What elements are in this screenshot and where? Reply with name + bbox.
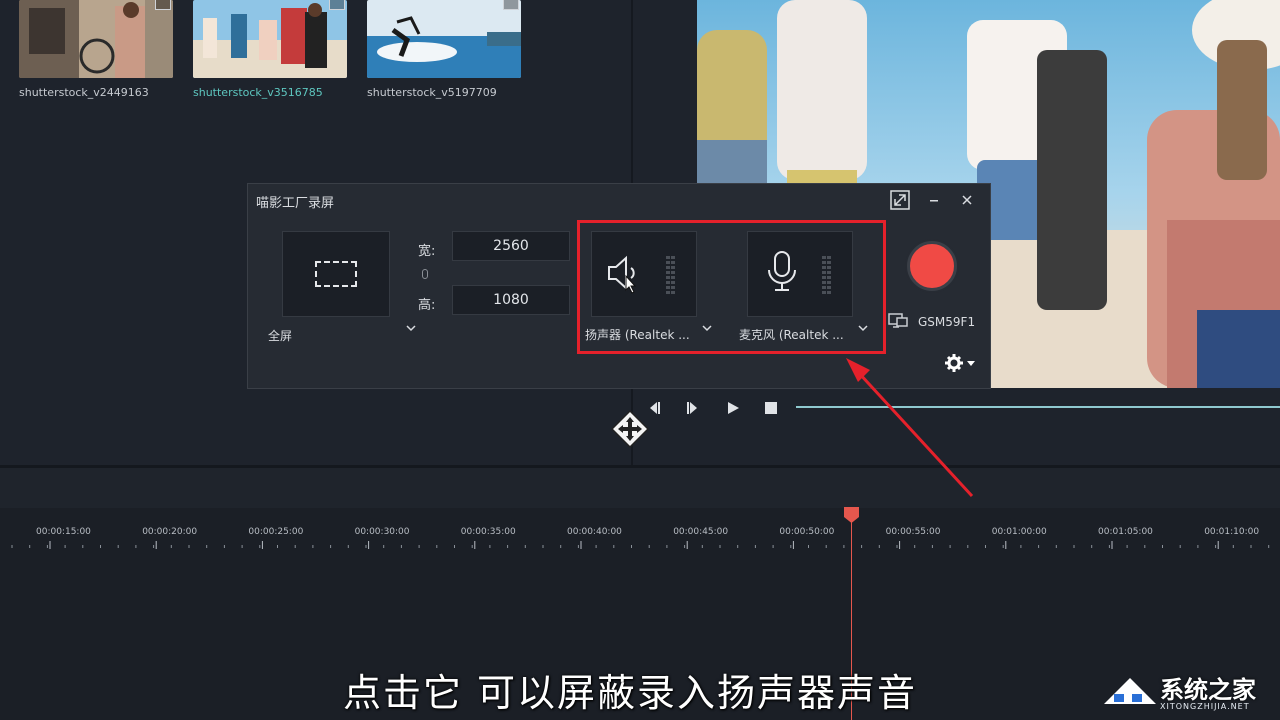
media-name-2: shutterstock_v3516785 — [193, 86, 323, 99]
stop-icon — [765, 402, 777, 414]
audio-highlight-box — [577, 220, 886, 354]
aspect-lock-icon[interactable] — [422, 269, 428, 279]
monitor-icon[interactable] — [888, 312, 908, 330]
subtitle-caption: 点击它 可以屏蔽录入扬声器声音 — [342, 671, 918, 715]
expand-icon — [890, 190, 910, 210]
step-forward-icon — [687, 402, 697, 414]
minimize-button[interactable] — [924, 188, 944, 212]
media-name-3: shutterstock_v5197709 — [367, 86, 497, 99]
play-button[interactable] — [724, 400, 742, 416]
video-badge-icon — [155, 0, 171, 10]
capture-mode-label[interactable]: 全屏 — [268, 327, 292, 344]
minimize-icon — [930, 200, 938, 202]
timeline-tick-label: 00:00:35:00 — [460, 527, 516, 537]
watermark-title: 系统之家 — [1160, 676, 1256, 704]
timeline-ticks — [11, 541, 1270, 549]
screen-recorder-dialog: 喵影工厂录屏 全屏 宽: 2560 高: 1080 扬声器 (Realtek .… — [247, 183, 991, 389]
width-label: 宽: — [418, 244, 436, 259]
video-badge-icon — [503, 0, 519, 10]
timeline-tick-label: 00:00:40:00 — [567, 527, 622, 537]
media-name-1: shutterstock_v2449163 — [19, 86, 149, 99]
watermark-url: XITONGZHIJIA.NET — [1160, 702, 1250, 711]
video-editor-window: shutterstock_v2449163 shutterstock_v3516… — [0, 0, 1280, 720]
timeline-tick-label: 00:00:50:00 — [779, 527, 835, 537]
stop-button[interactable] — [762, 400, 780, 416]
thumbnail-image-1 — [19, 0, 173, 78]
gear-icon[interactable] — [944, 352, 976, 374]
timeline-tick-label: 00:00:15:00 — [36, 527, 91, 537]
move-handle[interactable] — [610, 409, 650, 449]
timeline-tick-label: 00:01:05:00 — [1098, 527, 1153, 537]
timeline-toolbar — [0, 468, 1280, 508]
timeline-tick-label: 00:01:10:00 — [1204, 527, 1260, 537]
expand-button[interactable] — [888, 188, 912, 212]
close-icon — [962, 195, 972, 205]
recorder-title: 喵影工厂录屏 — [256, 196, 335, 211]
width-input[interactable]: 2560 — [452, 231, 570, 261]
next-frame-button[interactable] — [684, 400, 702, 416]
media-thumbnail-2[interactable] — [193, 0, 347, 78]
video-badge-icon — [329, 0, 345, 10]
height-label: 高: — [418, 298, 436, 313]
thumbnail-image-3 — [367, 0, 521, 78]
move-cursor-icon — [610, 409, 650, 449]
timeline-tick-label: 00:00:20:00 — [142, 527, 198, 537]
chevron-down-icon[interactable] — [406, 324, 416, 332]
timeline-tick-label: 00:00:25:00 — [248, 527, 304, 537]
height-input[interactable]: 1080 — [452, 285, 570, 315]
playhead-handle[interactable] — [843, 506, 860, 524]
play-icon — [728, 402, 739, 414]
media-thumbnail-3[interactable] — [367, 0, 521, 78]
thumbnail-image-2 — [193, 0, 347, 78]
capture-area-button[interactable] — [282, 231, 390, 317]
media-thumbnail-1[interactable] — [19, 0, 173, 78]
playback-progress-track[interactable] — [796, 406, 1280, 408]
timeline-tick-label: 00:00:55:00 — [885, 527, 941, 537]
timeline-tick-label: 00:00:30:00 — [354, 527, 410, 537]
timeline-tick-label: 00:00:45:00 — [673, 527, 729, 537]
screen-name-label: GSM59F1 — [918, 315, 976, 329]
close-button[interactable] — [956, 188, 978, 212]
record-button[interactable] — [907, 241, 957, 291]
fullscreen-area-icon — [315, 261, 357, 287]
timeline-tick-label: 00:01:00:00 — [991, 527, 1047, 537]
